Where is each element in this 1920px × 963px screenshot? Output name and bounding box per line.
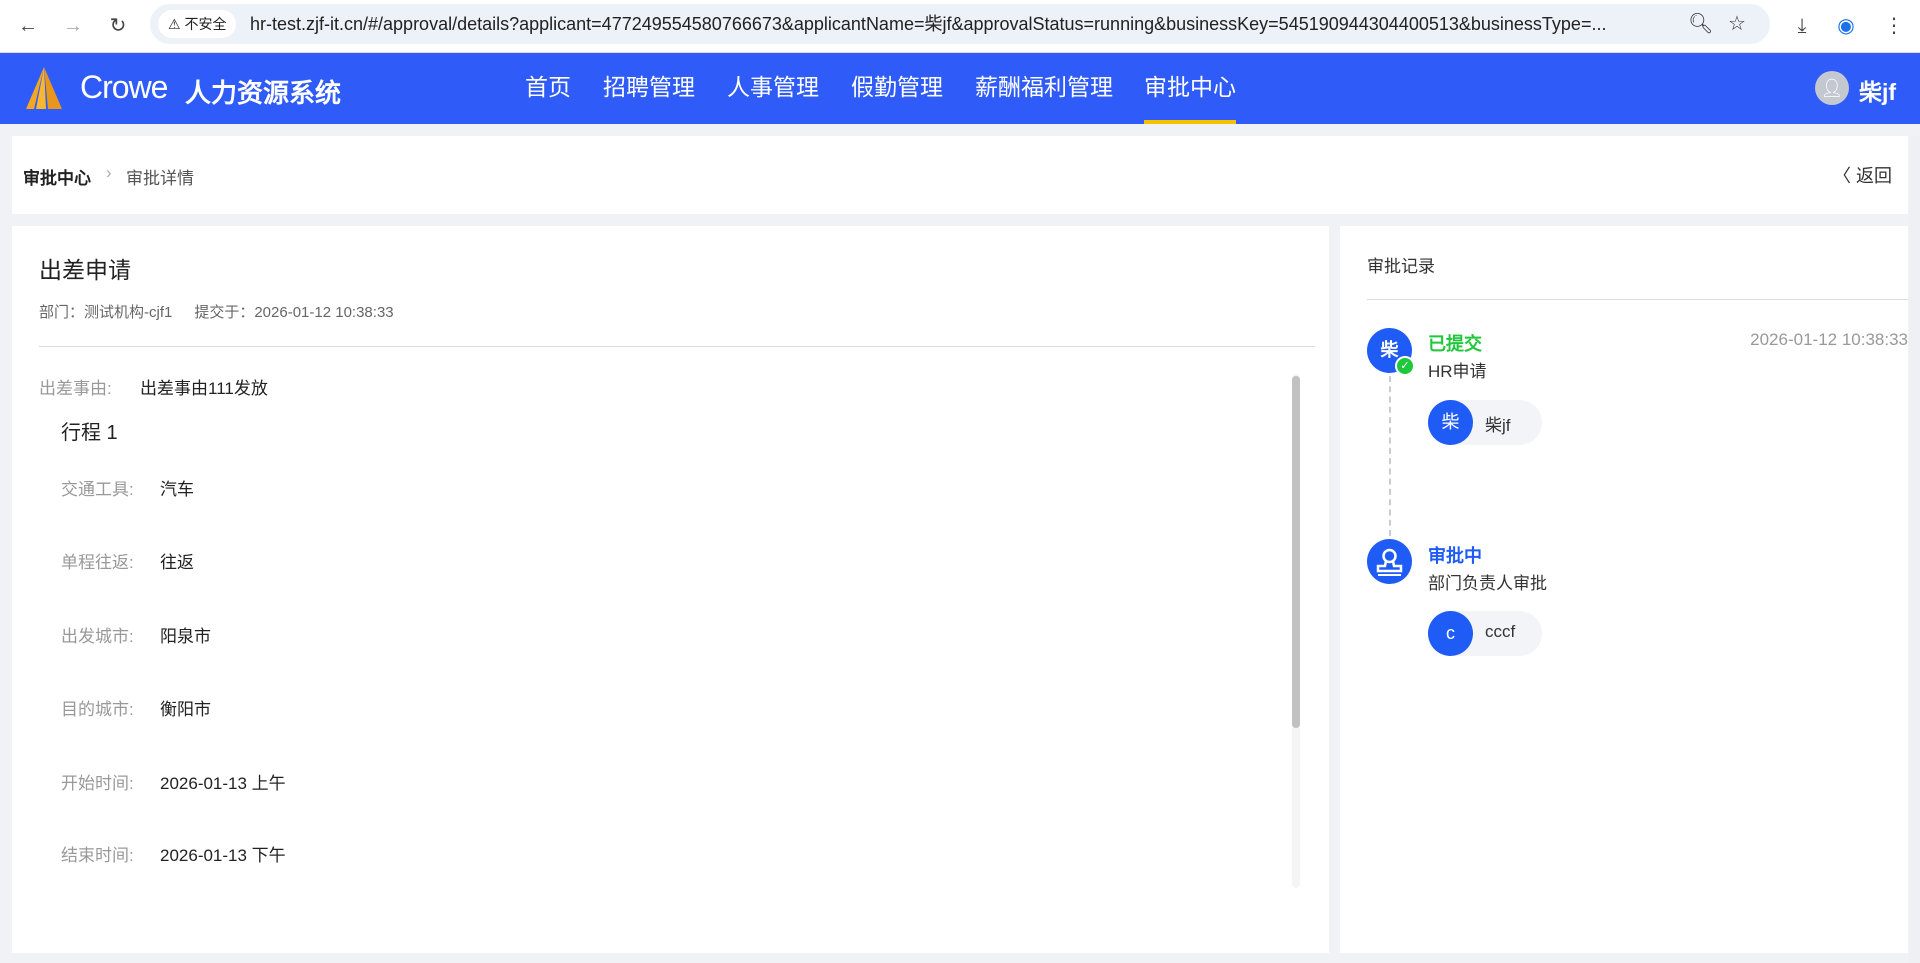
field-row: 结束时间: 2026-01-13 下午 [61, 841, 286, 866]
timeline-connector [1389, 376, 1391, 536]
field-label: 单程往返: [61, 553, 134, 572]
status-in-review: 审批中 [1428, 546, 1482, 566]
field-value: 2026-01-13 下午 [160, 846, 286, 865]
url-text[interactable]: hr-test.zjf-it.cn/#/approval/details?app… [250, 4, 1650, 44]
person-chip: 柴柴jf [1428, 400, 1542, 445]
detail-scroll-area[interactable]: 出差事由: 出差事由111发放 行程 1 交通工具: 汽车 单程往返: 往返 出发城市… [12, 374, 1302, 884]
records-title: 审批记录 [1367, 257, 1435, 276]
field-value: 衡阳市 [160, 700, 211, 719]
back-arrow-icon[interactable]: ← [12, 10, 44, 42]
nav-home[interactable]: 首页 [525, 53, 571, 124]
profile-icon[interactable]: ◉ [1830, 10, 1862, 42]
reload-icon[interactable]: ↻ [102, 10, 134, 42]
reason-row: 出差事由: 出差事由111发放 [39, 374, 268, 399]
record-time: 2026-01-12 10:38:33 [1750, 330, 1908, 349]
divider [39, 346, 1315, 347]
nav-personnel[interactable]: 人事管理 [727, 53, 819, 124]
star-icon[interactable]: ☆ [1728, 8, 1746, 40]
field-row: 开始时间: 2026-01-13 上午 [61, 769, 286, 794]
detail-meta: 部门：测试机构-cjf1 提交于：2026-01-12 10:38:33 [39, 301, 416, 322]
chevron-left-icon: 〈 [1832, 166, 1851, 186]
user-avatar-icon[interactable]: 👤︎ [1815, 71, 1849, 105]
field-row: 目的城市: 衡阳市 [61, 695, 211, 720]
back-button[interactable]: 〈 返回 [1833, 162, 1892, 188]
field-value: 2026-01-13 上午 [160, 774, 286, 793]
user-name[interactable]: 柴jf [1859, 73, 1896, 107]
step-name: 部门负责人审批 [1428, 574, 1547, 593]
field-row: 单程往返: 往返 [61, 548, 194, 573]
person-name: cccf [1485, 622, 1516, 641]
field-label: 结束时间: [61, 846, 134, 865]
field-label: 出差事由: [39, 379, 112, 398]
stamp-icon [1367, 539, 1412, 584]
department: 部门：测试机构-cjf1 [39, 304, 173, 321]
person-chip: c cccf [1428, 611, 1542, 656]
nav-payroll[interactable]: 薪酬福利管理 [975, 53, 1113, 124]
page-title: 出差申请 [39, 257, 131, 283]
crowe-logo-icon [26, 67, 62, 109]
approval-records-panel: 审批记录 柴 ✓ 已提交 2026-01-12 10:38:33 HR申请 柴柴… [1340, 226, 1908, 953]
check-icon: ✓ [1395, 356, 1415, 376]
security-label: 不安全 [184, 16, 227, 32]
nav-approval-center[interactable]: 审批中心 [1144, 53, 1236, 124]
application-detail-panel: 出差申请 部门：测试机构-cjf1 提交于：2026-01-12 10:38:33… [12, 226, 1329, 953]
field-label: 交通工具: [61, 480, 134, 499]
breadcrumb: 审批中心 › 审批详情 〈 返回 [12, 136, 1908, 214]
submitted-time: 提交于：2026-01-12 10:38:33 [194, 304, 394, 321]
trip-title: 行程 1 [61, 422, 118, 444]
more-menu-icon[interactable]: ⋮ [1878, 10, 1910, 42]
download-icon[interactable]: ⤓ [1786, 10, 1818, 42]
field-value: 汽车 [160, 480, 194, 499]
back-label: 返回 [1856, 166, 1892, 186]
brand-name: Crowe [80, 69, 168, 105]
field-value: 出差事由111发放 [140, 379, 268, 398]
breadcrumb-current: 审批详情 [126, 169, 194, 188]
top-nav: Crowe 人力资源系统 首页 招聘管理 人事管理 假勤管理 薪酬福利管理 审批… [0, 53, 1920, 124]
divider [1367, 299, 1908, 300]
breadcrumb-root[interactable]: 审批中心 [23, 164, 91, 189]
person-avatar: 柴 [1428, 400, 1473, 445]
person-avatar: c [1428, 611, 1473, 656]
forward-arrow-icon[interactable]: → [57, 10, 89, 42]
nav-recruitment[interactable]: 招聘管理 [603, 53, 695, 124]
field-label: 开始时间: [61, 774, 134, 793]
field-value: 阳泉市 [160, 627, 211, 646]
page-scrollbar[interactable] [1909, 136, 1920, 963]
system-name: 人力资源系统 [185, 78, 342, 108]
step-name: HR申请 [1428, 362, 1487, 381]
nav-attendance[interactable]: 假勤管理 [851, 53, 943, 124]
security-badge[interactable]: ⚠ 不安全 [158, 10, 237, 38]
scrollbar-thumb[interactable] [1292, 376, 1300, 728]
status-submitted: 已提交 [1428, 334, 1482, 354]
field-row: 交通工具: 汽车 [61, 475, 194, 500]
field-label: 出发城市: [61, 627, 134, 646]
address-bar[interactable]: ⚠ 不安全 hr-test.zjf-it.cn/#/approval/detai… [150, 4, 1770, 44]
field-row: 出发城市: 阳泉市 [61, 622, 211, 647]
browser-toolbar: ← → ↻ ⚠ 不安全 hr-test.zjf-it.cn/#/approval… [0, 0, 1920, 53]
person-name: 柴jf [1485, 416, 1511, 435]
chevron-right-icon: › [106, 163, 112, 182]
zoom-icon[interactable]: 🔍︎ [1688, 8, 1713, 40]
field-label: 目的城市: [61, 700, 134, 719]
field-value: 往返 [160, 553, 194, 572]
